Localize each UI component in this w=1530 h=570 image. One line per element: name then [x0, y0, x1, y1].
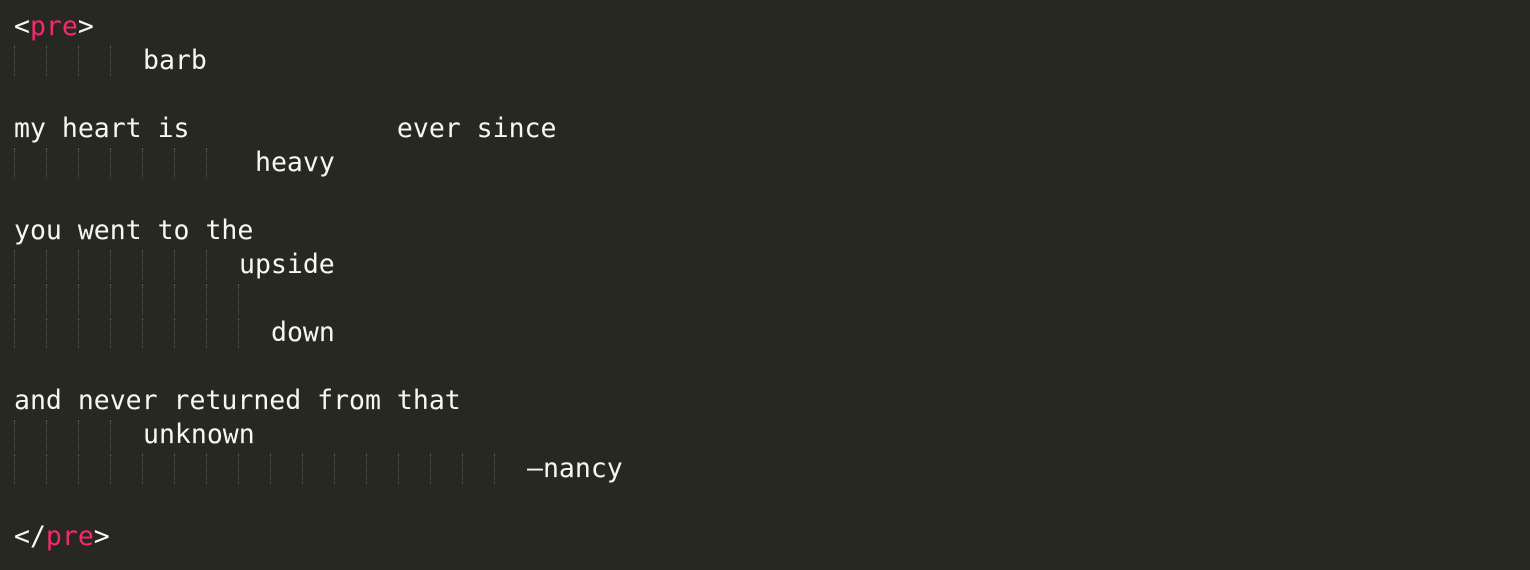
code-line-nancy: —nancy	[527, 453, 623, 484]
indent-guide	[46, 420, 47, 450]
indent-guide	[142, 284, 143, 314]
indent-guide	[206, 250, 207, 280]
indent-guide	[142, 250, 143, 280]
code-line-heavy: heavy	[255, 147, 335, 178]
indent-guide	[206, 284, 207, 314]
indent-guide	[302, 454, 303, 484]
indent-guide	[110, 46, 111, 76]
indent-guide	[174, 454, 175, 484]
close-tag-close-bracket: >	[93, 521, 110, 552]
indent-guide	[46, 318, 47, 348]
indent-guide	[462, 454, 463, 484]
indent-guide	[270, 454, 271, 484]
indent-guide	[14, 148, 15, 178]
indent-guide	[238, 318, 239, 348]
indent-guide	[78, 284, 79, 314]
indent-guide	[14, 318, 15, 348]
indent-guide	[366, 454, 367, 484]
indent-guide	[46, 46, 47, 76]
open-tag-close-bracket: >	[77, 11, 94, 42]
indent-guide	[238, 454, 239, 484]
close-tag-bracket: </	[14, 521, 46, 552]
indent-guide	[14, 420, 15, 450]
indent-guide	[334, 454, 335, 484]
indent-guide	[14, 454, 15, 484]
indent-guide	[110, 148, 111, 178]
indent-guide	[494, 454, 495, 484]
open-tag-name: pre	[29, 11, 78, 42]
indent-guide	[46, 454, 47, 484]
indent-guide	[206, 148, 207, 178]
indent-guide	[174, 148, 175, 178]
indent-guide	[142, 454, 143, 484]
indent-guide	[78, 420, 79, 450]
indent-guide	[110, 250, 111, 280]
code-line-you-went: you went to the	[14, 215, 254, 246]
indent-guide	[238, 284, 239, 314]
indent-guide	[174, 250, 175, 280]
indent-guide	[174, 284, 175, 314]
indent-guide	[46, 284, 47, 314]
indent-guide	[46, 250, 47, 280]
indent-guide	[206, 454, 207, 484]
indent-guide	[206, 318, 207, 348]
indent-guide	[46, 148, 47, 178]
open-pre-tag: <pre>	[14, 10, 94, 44]
indent-guide	[110, 318, 111, 348]
indent-guide	[78, 318, 79, 348]
close-pre-tag: </pre>	[14, 520, 110, 554]
code-line-barb: barb	[143, 45, 207, 76]
code-line-upside: upside	[239, 249, 335, 280]
indent-guide	[78, 250, 79, 280]
indent-guide	[78, 454, 79, 484]
indent-guide	[142, 318, 143, 348]
code-line-my-heart: my heart is ever since	[14, 113, 557, 144]
indent-guide	[110, 420, 111, 450]
open-tag-bracket: <	[14, 11, 30, 42]
indent-guide	[110, 284, 111, 314]
code-line-down: down	[271, 317, 335, 348]
indent-guide	[142, 148, 143, 178]
indent-guide	[14, 46, 15, 76]
indent-guide	[14, 284, 15, 314]
code-editor[interactable]: <pre> barb my heart is ever since heavy …	[0, 0, 1530, 570]
indent-guide	[78, 46, 79, 76]
indent-guide	[398, 454, 399, 484]
indent-guide	[78, 148, 79, 178]
indent-guide	[14, 250, 15, 280]
indent-guide	[110, 454, 111, 484]
indent-guide	[174, 318, 175, 348]
indent-guide	[430, 454, 431, 484]
code-line-and-never: and never returned from that	[14, 385, 461, 416]
code-line-unknown: unknown	[143, 419, 255, 450]
close-tag-name: pre	[45, 521, 94, 552]
